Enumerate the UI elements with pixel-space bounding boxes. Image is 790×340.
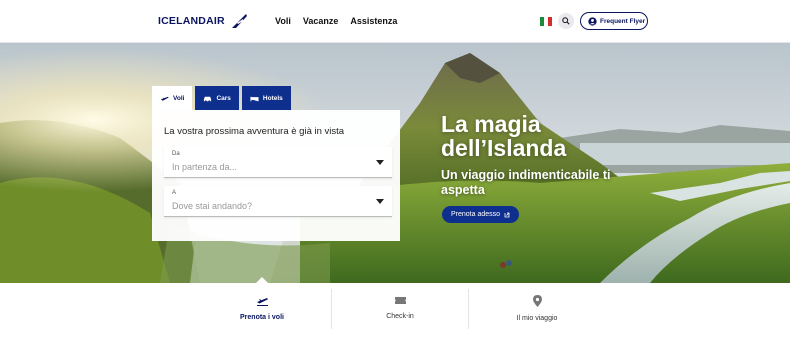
bottom-nav: Prenota i voli Check-in Il mio viaggio bbox=[0, 283, 790, 340]
plane-icon bbox=[160, 96, 169, 101]
bed-icon bbox=[250, 96, 259, 101]
bottom-item-mio-viaggio-label: Il mio viaggio bbox=[516, 314, 558, 322]
to-field[interactable]: A bbox=[164, 186, 392, 217]
nav-item-assistenza[interactable]: Assistenza bbox=[350, 16, 397, 26]
bottom-item-prenota-label: Prenota i voli bbox=[240, 314, 284, 321]
hero-text: La magia dell’Islanda Un viaggio indimen… bbox=[441, 112, 641, 198]
tab-hotels-label: Hotels bbox=[262, 94, 283, 102]
book-now-label: Prenota adesso bbox=[451, 211, 501, 218]
bottom-item-prenota[interactable]: Prenota i voli bbox=[193, 283, 331, 333]
italian-flag-icon[interactable] bbox=[540, 17, 552, 26]
main-nav: Voli Vacanze Assistenza bbox=[275, 16, 397, 26]
user-icon bbox=[588, 16, 597, 26]
from-label: Da bbox=[172, 151, 180, 157]
hero-subheadline: Un viaggio indimenticabile ti aspetta bbox=[441, 168, 611, 197]
search-button[interactable] bbox=[558, 13, 574, 29]
site-header: ICELANDAIR Voli Vacanze Assistenza Frequ… bbox=[0, 0, 790, 43]
bottom-item-mio-viaggio[interactable]: Il mio viaggio bbox=[468, 283, 606, 333]
bottom-item-checkin[interactable]: Check-in bbox=[331, 283, 469, 333]
logo-mark-icon bbox=[231, 14, 247, 28]
tab-cars[interactable]: Cars bbox=[195, 86, 239, 110]
location-pin-icon bbox=[532, 294, 542, 307]
ticket-icon bbox=[394, 297, 406, 304]
hero-headline: La magia dell’Islanda bbox=[441, 111, 567, 161]
from-input[interactable] bbox=[172, 162, 362, 172]
from-field[interactable]: Da bbox=[164, 147, 392, 178]
chevron-down-icon[interactable] bbox=[376, 199, 384, 204]
search-icon bbox=[562, 17, 570, 25]
booking-title: La vostra prossima avventura è già in vi… bbox=[164, 126, 345, 137]
tab-voli-label: Voli bbox=[173, 94, 185, 102]
icelandair-logo[interactable]: ICELANDAIR bbox=[158, 13, 248, 29]
tab-voli[interactable]: Voli bbox=[152, 86, 193, 110]
car-icon bbox=[204, 96, 212, 102]
bottom-item-checkin-label: Check-in bbox=[386, 313, 414, 320]
nav-item-vacanze[interactable]: Vacanze bbox=[303, 16, 339, 26]
nav-item-voli[interactable]: Voli bbox=[275, 16, 291, 26]
to-label: A bbox=[172, 190, 177, 196]
logo-text: ICELANDAIR bbox=[158, 15, 225, 27]
booking-tabs: Voli Cars Hotels bbox=[152, 86, 291, 110]
plane-departure-icon bbox=[256, 298, 268, 306]
external-link-icon bbox=[504, 212, 510, 217]
book-now-button[interactable]: Prenota adesso bbox=[442, 206, 520, 223]
booking-panel: La vostra prossima avventura è già in vi… bbox=[152, 110, 400, 241]
frequent-flyer-button[interactable]: Frequent Flyer bbox=[580, 12, 648, 30]
chevron-down-icon[interactable] bbox=[376, 160, 384, 165]
frequent-flyer-label: Frequent Flyer bbox=[600, 17, 646, 25]
tab-hotels[interactable]: Hotels bbox=[241, 86, 291, 110]
to-input[interactable] bbox=[172, 201, 362, 211]
tab-cars-label: Cars bbox=[216, 94, 231, 102]
